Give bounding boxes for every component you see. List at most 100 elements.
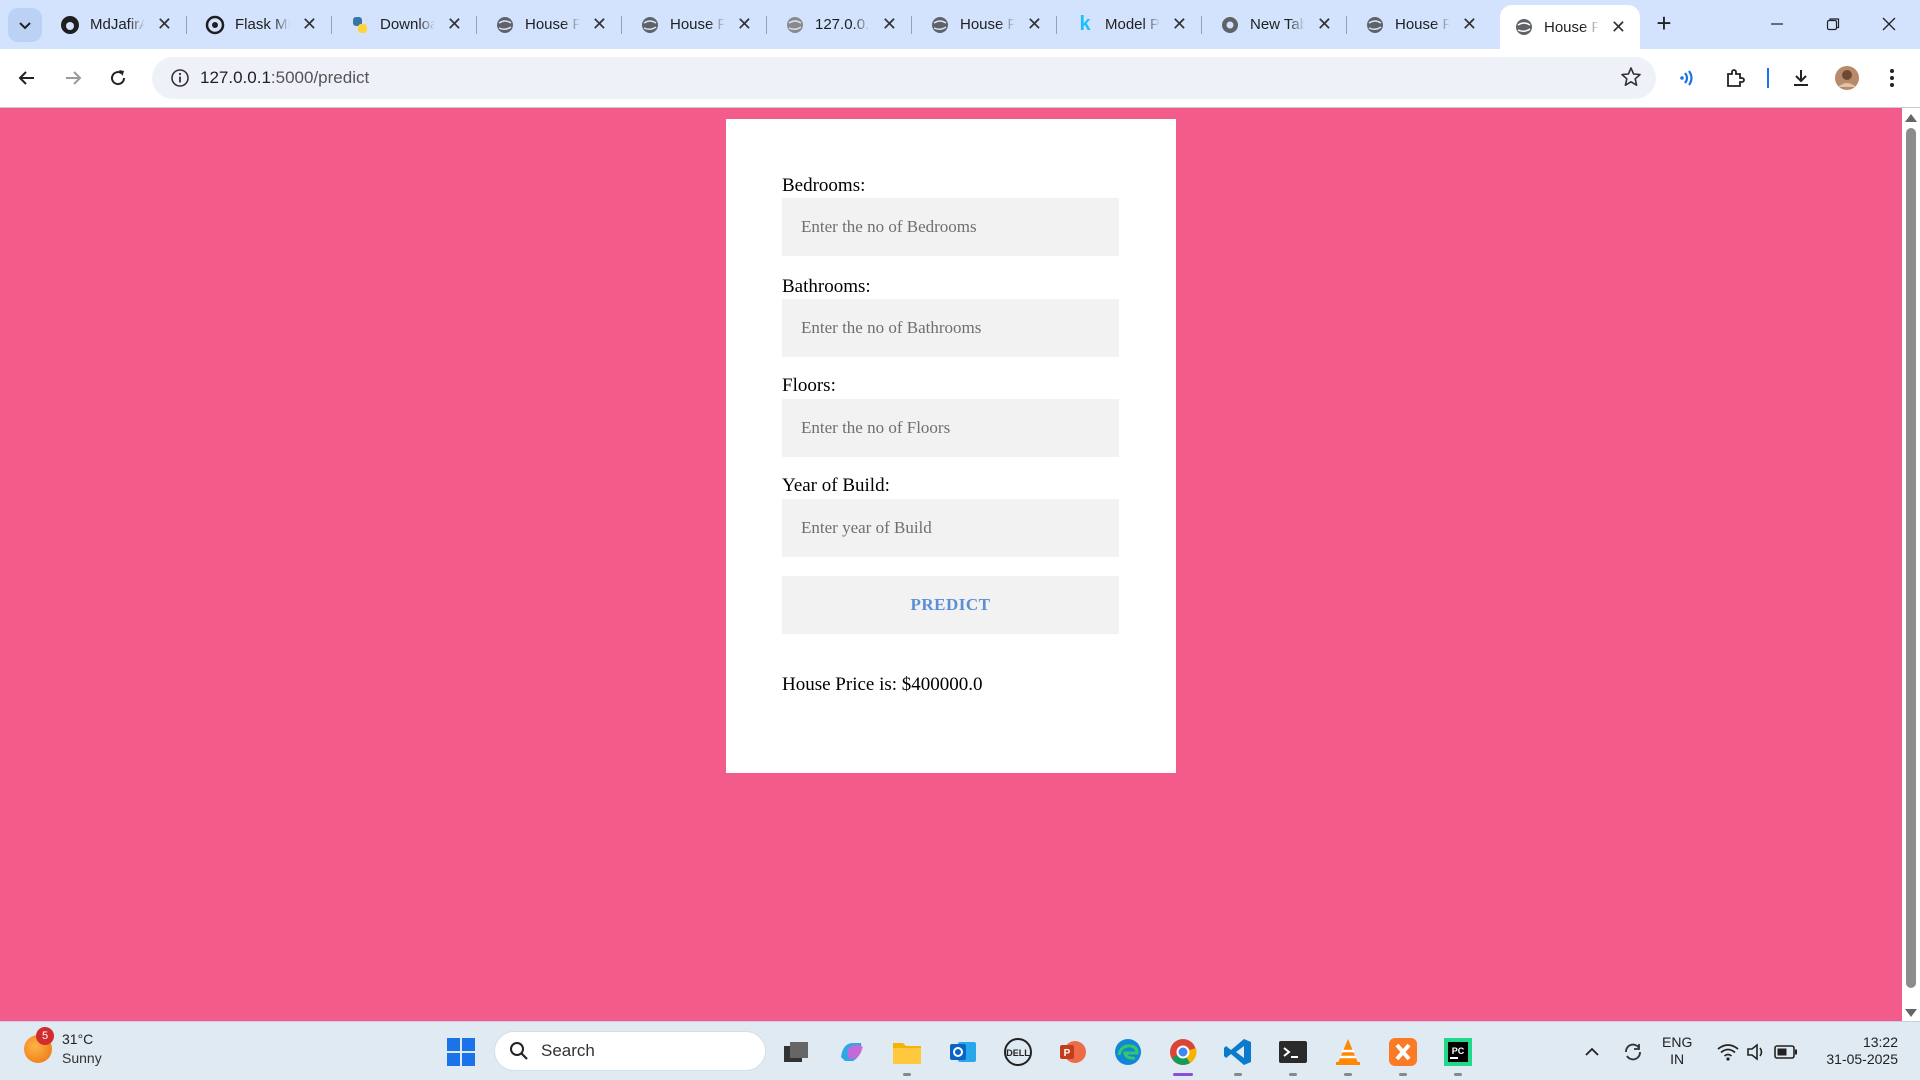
dell-app[interactable]: DELL (1000, 1034, 1036, 1070)
terminal-app[interactable] (1275, 1034, 1311, 1076)
edge-app[interactable] (1110, 1034, 1146, 1070)
url-host: 127.0.0.1 (200, 68, 271, 87)
powerpoint-icon: P (1060, 1041, 1086, 1063)
close-icon[interactable]: ✕ (737, 14, 752, 35)
terminal-icon (1279, 1041, 1307, 1063)
reload-button[interactable] (101, 61, 135, 95)
scroll-up-arrow-icon[interactable] (1905, 114, 1917, 122)
chrome-icon (1220, 15, 1240, 35)
svg-text:DELL: DELL (1006, 1048, 1030, 1058)
battery-icon[interactable] (1768, 1034, 1804, 1070)
bathrooms-input[interactable] (782, 299, 1119, 357)
arrow-left-icon (18, 71, 34, 85)
bedrooms-label: Bedrooms: (782, 175, 866, 196)
vscode-app[interactable] (1220, 1034, 1256, 1076)
tab-10-active[interactable]: House P ✕ (1500, 5, 1640, 49)
sync-icon[interactable] (1615, 1034, 1651, 1070)
globe-icon (640, 15, 660, 35)
vlc-app[interactable] (1330, 1034, 1366, 1076)
extensions-icon[interactable] (1719, 62, 1751, 94)
site-info-icon[interactable] (160, 68, 200, 88)
globe-icon (1365, 15, 1385, 35)
svg-text:PC: PC (1452, 1046, 1465, 1056)
tab-7[interactable]: k Model P ✕ (1061, 6, 1202, 43)
close-icon[interactable]: ✕ (1462, 14, 1477, 35)
tab-1[interactable]: Flask ML ✕ (191, 6, 332, 43)
tab-title: House P (1395, 16, 1450, 33)
tab-title: New Tab (1250, 16, 1305, 33)
tab-6[interactable]: House P ✕ (916, 6, 1057, 43)
weather-widget[interactable]: 5 31°C Sunny (24, 1027, 102, 1068)
outlook-icon (950, 1042, 976, 1062)
clock-time: 13:22 (1862, 1034, 1898, 1050)
scroll-down-arrow-icon[interactable] (1905, 1009, 1917, 1017)
back-button[interactable] (10, 61, 44, 95)
close-icon (1882, 17, 1896, 31)
new-tab-button[interactable]: + (1650, 10, 1678, 38)
tab-4[interactable]: House P ✕ (626, 6, 767, 43)
pycharm-app[interactable]: PC (1440, 1034, 1476, 1076)
page-scrollbar[interactable] (1902, 108, 1920, 1021)
powerpoint-app[interactable]: P (1055, 1034, 1091, 1070)
taskbar-search[interactable]: Search (494, 1031, 766, 1071)
restore-icon (1826, 18, 1840, 31)
restore-button[interactable] (1810, 8, 1856, 40)
file-explorer-app[interactable] (889, 1034, 925, 1076)
read-aloud-icon[interactable] (1672, 62, 1704, 94)
tab-title: House P (960, 16, 1015, 33)
language-primary: ENG (1662, 1034, 1693, 1050)
forward-button[interactable] (56, 61, 90, 95)
outlook-app[interactable] (945, 1034, 981, 1070)
address-bar[interactable]: 127.0.0.1:5000/predict (152, 57, 1656, 99)
chrome-app[interactable] (1165, 1034, 1201, 1076)
tab-5[interactable]: 127.0.0.1 ✕ (771, 6, 912, 43)
chevron-up-icon (1585, 1047, 1599, 1056)
close-icon[interactable]: ✕ (157, 14, 172, 35)
profile-avatar[interactable] (1831, 62, 1863, 94)
downloads-icon[interactable] (1785, 62, 1817, 94)
tab-9[interactable]: House P ✕ (1351, 6, 1491, 43)
tab-title: House P (670, 16, 725, 33)
python-icon (350, 15, 370, 35)
clock[interactable]: 13:22 31-05-2025 (1812, 1034, 1912, 1068)
chevron-down-icon (19, 22, 31, 30)
tab-0[interactable]: MdJafirA ✕ (46, 6, 187, 43)
language-secondary: IN (1670, 1051, 1685, 1067)
predict-button[interactable]: PREDICT (782, 576, 1119, 634)
pycharm-icon: PC (1444, 1038, 1472, 1066)
close-icon[interactable]: ✕ (1172, 14, 1187, 35)
weather-temperature: 31°C (62, 1031, 94, 1047)
bedrooms-input[interactable] (782, 198, 1119, 256)
tab-title: Download (380, 16, 435, 33)
sun-icon: 5 (24, 1027, 54, 1063)
bookmark-star-icon[interactable] (1620, 66, 1642, 93)
floors-input[interactable] (782, 399, 1119, 457)
tab-8[interactable]: New Tab ✕ (1206, 6, 1347, 43)
close-icon[interactable]: ✕ (302, 14, 317, 35)
close-icon[interactable]: ✕ (592, 14, 607, 35)
show-hidden-icons-button[interactable] (1574, 1034, 1610, 1070)
tab-search-button[interactable] (8, 8, 42, 42)
xampp-app[interactable] (1385, 1034, 1421, 1076)
minimize-button[interactable] (1754, 8, 1800, 40)
scrollbar-thumb[interactable] (1906, 128, 1916, 988)
task-view-button[interactable] (778, 1034, 814, 1070)
language-indicator[interactable]: ENG IN (1662, 1034, 1692, 1068)
close-icon[interactable]: ✕ (447, 14, 462, 35)
close-icon[interactable]: ✕ (1027, 14, 1042, 35)
tab-3[interactable]: House P ✕ (481, 6, 622, 43)
close-icon[interactable]: ✕ (882, 14, 897, 35)
start-button[interactable] (443, 1034, 479, 1070)
close-window-button[interactable] (1866, 8, 1912, 40)
weather-condition: Sunny (62, 1050, 102, 1066)
close-icon[interactable]: ✕ (1611, 17, 1626, 38)
copilot-app[interactable] (834, 1034, 870, 1070)
tab-2[interactable]: Download ✕ (336, 6, 477, 43)
chrome-icon (1170, 1039, 1197, 1065)
year-of-build-input[interactable] (782, 499, 1119, 557)
vlc-cone-icon (1336, 1039, 1360, 1065)
year-of-build-label: Year of Build: (782, 475, 890, 496)
close-icon[interactable]: ✕ (1317, 14, 1332, 35)
bathrooms-label: Bathrooms: (782, 276, 871, 297)
browser-menu-icon[interactable] (1876, 62, 1908, 94)
